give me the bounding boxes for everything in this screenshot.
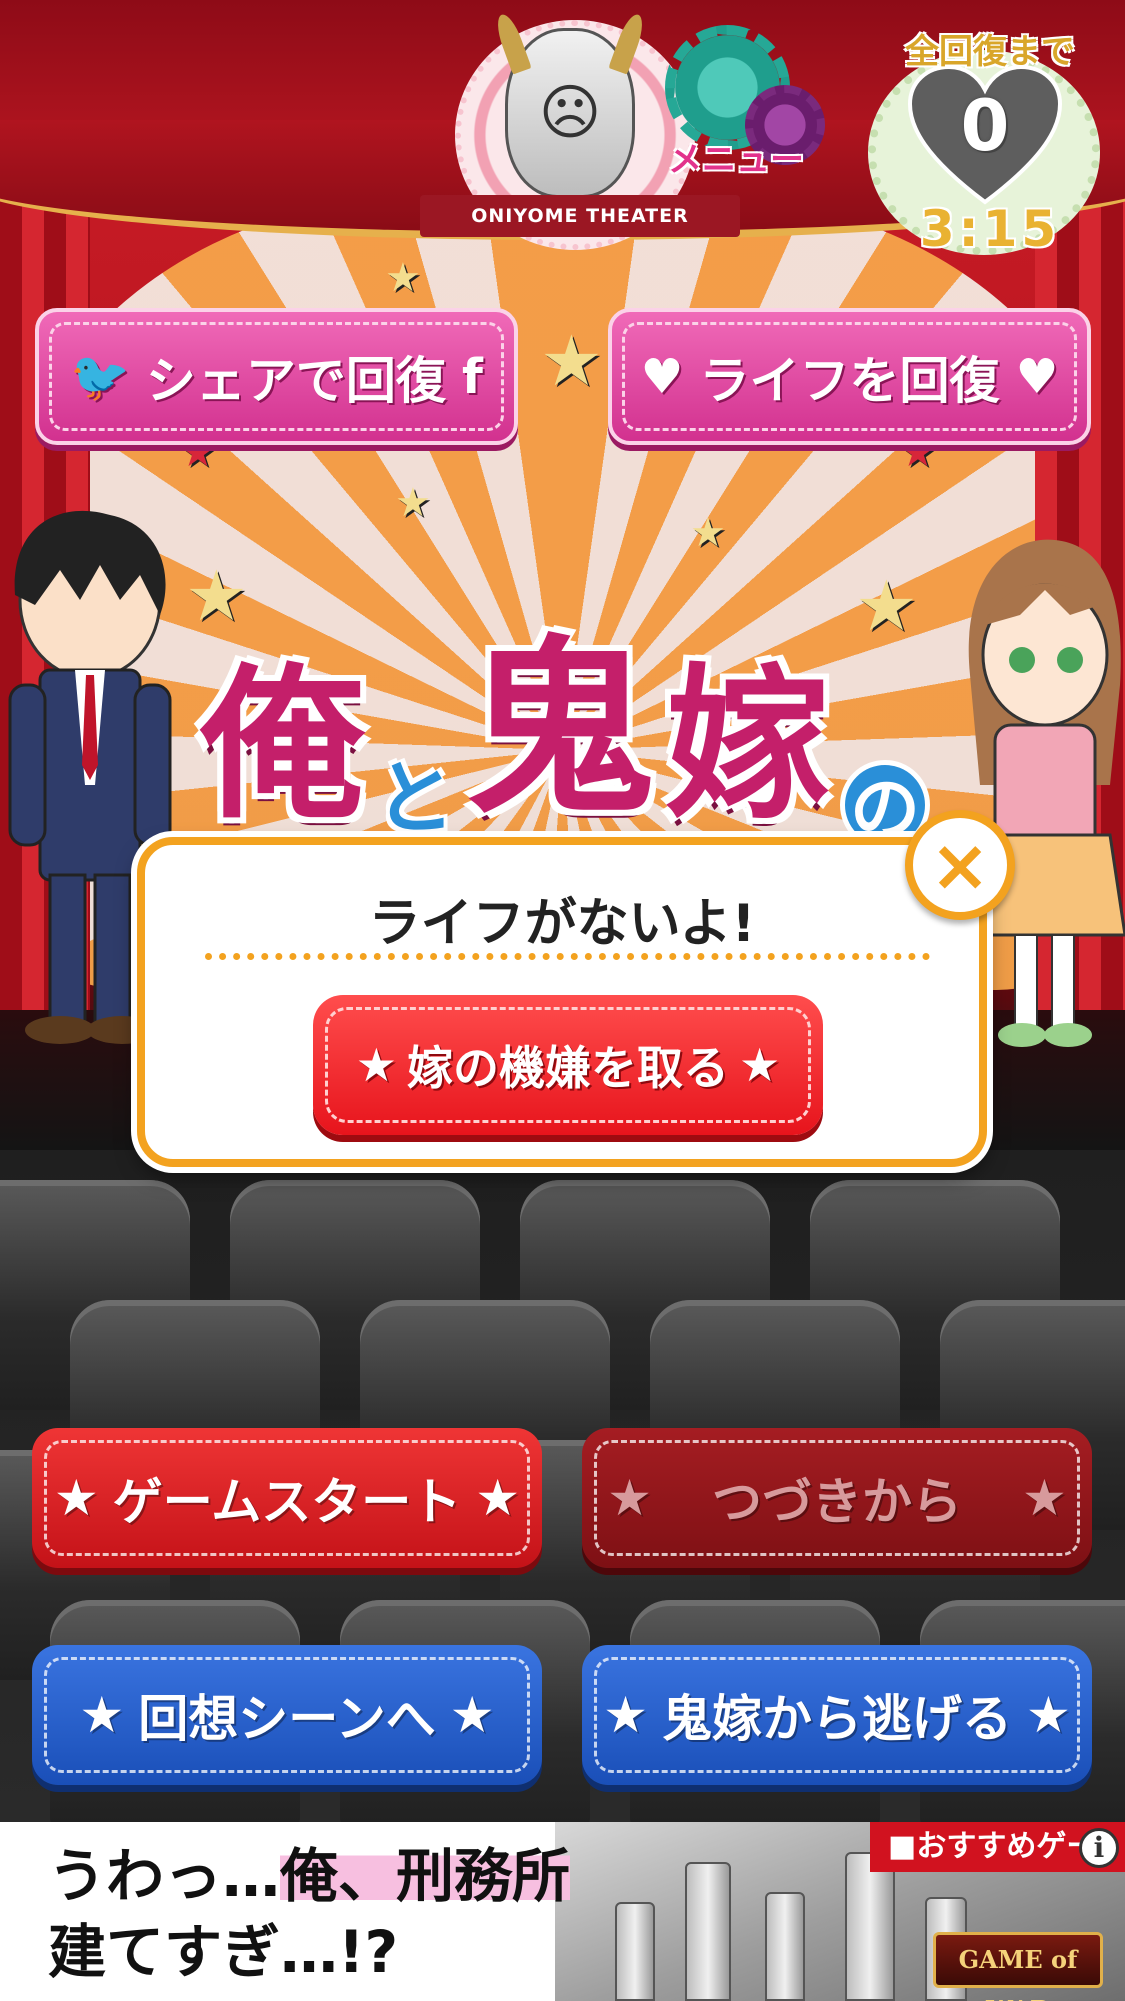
ad-line1-prefix: うわっ… xyxy=(48,1842,281,1910)
star-icon: ★ xyxy=(1022,1469,1067,1527)
life-recover-button[interactable]: ♥ ライフを回復 ♥ xyxy=(608,308,1091,445)
star-icon: ★ xyxy=(603,1686,648,1744)
theater-banner: ONIYOME THEATER xyxy=(420,195,740,237)
heart-icon: ♥ xyxy=(640,348,684,405)
star-icon: ★ xyxy=(475,1469,521,1527)
ad-headline: うわっ…俺、刑務所 建てすぎ…!? xyxy=(48,1838,571,1990)
ad-game-logo: GAME of WAR xyxy=(933,1932,1103,2001)
star-icon: ★ xyxy=(79,1686,125,1744)
recover-timer: 3:15 xyxy=(919,200,1061,258)
star-icon: ★ xyxy=(607,1469,652,1527)
close-icon[interactable]: × xyxy=(905,810,1015,920)
star-icon: ★ xyxy=(1026,1686,1071,1744)
star-icon: ★ xyxy=(540,320,603,402)
title-char: 俺 xyxy=(199,649,365,841)
life-count: 0 xyxy=(960,85,1010,167)
dialog-divider xyxy=(205,953,930,960)
escape-wife-button[interactable]: ★ 鬼嫁から逃げる ★ xyxy=(582,1645,1092,1785)
share-recover-label: シェアで回復 xyxy=(145,351,446,410)
recall-scene-label: 回想シーンへ xyxy=(138,1690,436,1748)
facebook-icon: f xyxy=(461,348,483,405)
continue-button[interactable]: ★ つづきから ★ xyxy=(582,1428,1092,1568)
game-title-logo: 俺 と 鬼 嫁 の xyxy=(150,560,980,850)
ad-line2: 建てすぎ…!? xyxy=(48,1918,399,1986)
share-recover-button[interactable]: 🐦 シェアで回復 f xyxy=(35,308,518,445)
game-start-label: ゲームスタート xyxy=(112,1473,462,1531)
star-icon: ★ xyxy=(355,1038,397,1092)
title-char: 鬼 xyxy=(464,619,655,840)
bird-icon: 🐦 xyxy=(70,349,130,405)
star-icon: ★ xyxy=(739,1038,781,1092)
info-icon[interactable]: i xyxy=(1079,1828,1119,1868)
ad-banner[interactable]: うわっ…俺、刑務所 建てすぎ…!? ■おすすめゲー i GAME of WAR xyxy=(0,1822,1125,2001)
ad-line1-highlight: 俺、刑務所 xyxy=(280,1842,571,1910)
escape-wife-label: 鬼嫁から逃げる xyxy=(662,1690,1012,1748)
dialog-title: ライフがないよ! xyxy=(368,894,756,954)
star-icon: ★ xyxy=(395,480,431,526)
title-char: 嫁 xyxy=(665,649,830,841)
star-icon: ★ xyxy=(449,1686,495,1744)
star-icon: ★ xyxy=(385,255,421,301)
title-screen: ★ ★ ★ ★ ★ ★ ★ ★ ☹ ONIYOME THEATER メニュー 全… xyxy=(0,0,1125,1822)
continue-label: つづきから xyxy=(712,1473,962,1531)
no-life-dialog: ライフがないよ! ★ 嫁の機嫌を取る ★ xyxy=(137,837,987,1167)
life-recover-label: ライフを回復 xyxy=(699,351,1000,410)
game-start-button[interactable]: ★ ゲームスタート ★ xyxy=(32,1428,542,1568)
recall-scene-button[interactable]: ★ 回想シーンへ ★ xyxy=(32,1645,542,1785)
please-wife-label: 嫁の機嫌を取る xyxy=(407,1041,729,1095)
oni-mask-icon: ☹ xyxy=(492,11,648,198)
menu-label[interactable]: メニュー xyxy=(668,132,804,181)
title-char: と xyxy=(374,752,455,845)
recover-label: 全回復まで xyxy=(905,32,1075,72)
please-wife-button[interactable]: ★ 嫁の機嫌を取る ★ xyxy=(313,995,823,1135)
star-icon: ★ xyxy=(53,1469,99,1527)
star-icon: ★ xyxy=(690,510,726,556)
heart-icon: ♥ xyxy=(1015,348,1059,405)
